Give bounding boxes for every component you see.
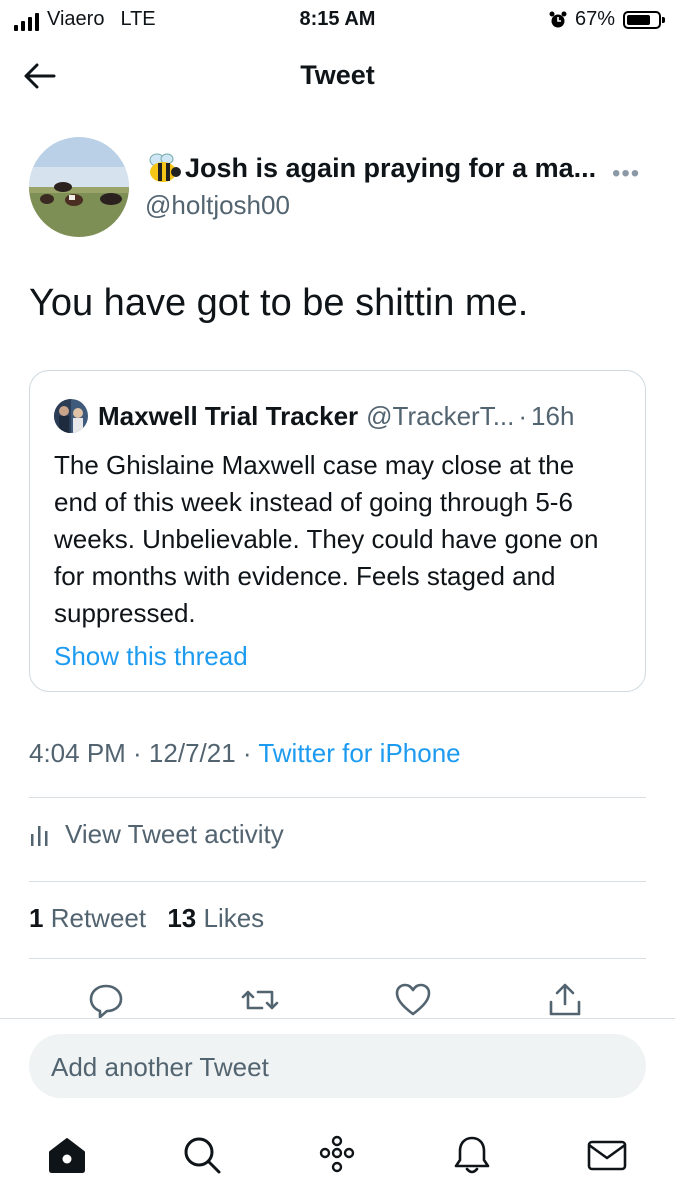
reply-compose-placeholder: Add another Tweet [51, 1052, 269, 1082]
avatar[interactable] [29, 137, 129, 237]
quoted-tweet[interactable]: Maxwell Trial Tracker @TrackerT... · 16h… [29, 370, 646, 692]
retweets-link[interactable]: 1 Retweet [29, 903, 146, 933]
quoted-handle: @TrackerT... [366, 400, 515, 431]
quoted-time: 16h [531, 400, 575, 431]
author-display-name: Josh is again praying for a ma... [185, 152, 597, 183]
search-icon[interactable] [180, 1133, 224, 1177]
tweet-timestamp: 4:04 PM · 12/7/21 · [29, 738, 259, 768]
divider [0, 1018, 675, 1019]
tweet-source-link[interactable]: Twitter for iPhone [258, 738, 460, 768]
page-title: Tweet [300, 60, 375, 90]
alarm-clock-icon [549, 11, 567, 27]
view-activity-row[interactable]: View Tweet activity [29, 819, 284, 850]
share-icon[interactable] [545, 980, 585, 1020]
spaces-icon[interactable] [315, 1133, 359, 1177]
tweet-text: You have got to be shittin me. [29, 282, 529, 324]
home-icon[interactable] [45, 1133, 89, 1177]
show-thread-link[interactable]: Show this thread [54, 641, 248, 672]
quoted-separator: · [518, 400, 528, 431]
retweet-icon[interactable] [240, 980, 280, 1020]
bee-icon [149, 153, 181, 182]
like-label: Likes [203, 903, 265, 933]
status-bar: Viaero LTE 8:15 AM 67% [0, 0, 675, 40]
battery-percent: 67% [574, 8, 615, 30]
quoted-tweet-text: The Ghislaine Maxwell case may close at … [54, 450, 599, 628]
like-icon[interactable] [393, 980, 433, 1020]
battery-icon [623, 10, 665, 29]
more-options-icon[interactable]: ••• [612, 160, 640, 188]
divider [29, 958, 646, 959]
author-name-row[interactable]: Josh is again praying for a ma... [145, 151, 596, 185]
reply-icon[interactable] [86, 980, 126, 1020]
tweet-timestamp-row: 4:04 PM · 12/7/21 · Twitter for iPhone [29, 738, 461, 769]
battery-area: 67% [549, 8, 665, 31]
analytics-icon [31, 825, 48, 846]
retweet-label: Retweet [50, 903, 147, 933]
reply-compose-field[interactable]: Add another Tweet [29, 1034, 646, 1098]
messages-icon[interactable] [585, 1133, 629, 1177]
author-handle[interactable]: @holtjosh00 [145, 190, 290, 221]
quoted-tweet-header: Maxwell Trial Tracker @TrackerT... · 16h [54, 399, 574, 433]
view-activity-label: View Tweet activity [65, 819, 284, 849]
engagement-counts: 1 Retweet 13 Likes [29, 903, 264, 934]
like-count: 13 [167, 903, 197, 933]
notifications-icon[interactable] [450, 1133, 494, 1177]
quoted-display-name: Maxwell Trial Tracker [98, 400, 359, 431]
quoted-avatar [54, 399, 88, 433]
divider [29, 797, 646, 798]
likes-link[interactable]: 13 Likes [167, 903, 264, 933]
retweet-count: 1 [29, 903, 44, 933]
divider [29, 881, 646, 882]
